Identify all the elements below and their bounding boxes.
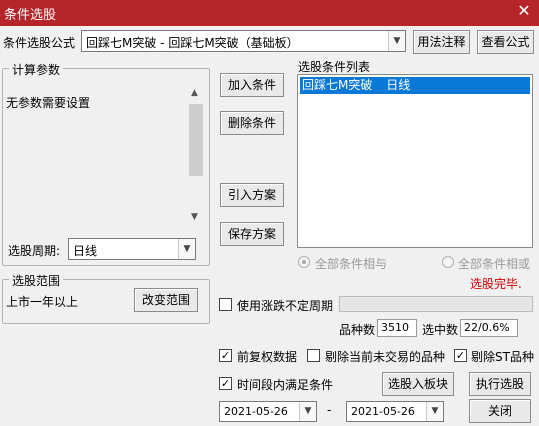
status-text: 选股完毕. [470,277,522,291]
params-scrollbar[interactable]: ▲ ▼ [188,88,204,226]
forward-adjusted-checkbox[interactable]: ✓ [219,349,232,362]
progress-bar [339,296,533,312]
chevron-down-icon[interactable]: ▼ [299,402,316,421]
chevron-down-icon[interactable]: ▼ [178,239,195,259]
forward-adjusted-label: 前复权数据 [237,350,298,364]
radio-all-or-label: 全部条件相或 [458,257,531,271]
condition-period: 日线 [386,78,411,92]
radio-all-and[interactable] [298,256,310,268]
date-to-picker[interactable]: 2021-05-26 ▼ [346,401,444,422]
formula-select-value: 回踩七M突破 - 回踩七M突破（基础板） [86,36,299,50]
period-satisfy-label: 时间段内满足条件 [237,378,334,392]
stock-count-value: 3510 [377,319,417,337]
save-scheme-button[interactable]: 保存方案 [220,222,284,246]
usage-notes-button[interactable]: 用法注释 [413,30,470,54]
scroll-down-icon[interactable]: ▼ [191,212,198,222]
radio-all-or[interactable] [442,256,454,268]
range-value: 上市一年以上 [6,295,79,309]
range-group-label: 选股范围 [9,272,64,289]
radio-all-and-label: 全部条件相与 [315,257,388,271]
select-to-block-button[interactable]: 选股入板块 [382,372,454,396]
window-title: 条件选股 [4,8,57,23]
formula-label: 条件选股公式 [3,36,76,50]
condition-list-label: 选股条件列表 [298,60,371,74]
date-from-value: 2021-05-26 [224,405,288,418]
date-to-value: 2021-05-26 [351,405,415,418]
exclude-st-label: 剔除ST品种 [471,350,534,364]
scroll-up-icon[interactable]: ▲ [191,88,198,98]
selected-count-value: 22/0.6% [460,319,518,337]
params-empty-text: 无参数需要设置 [6,96,91,110]
condition-list[interactable]: 回踩七M突破 日线 [297,74,533,248]
date-separator: - [327,403,332,417]
title-bar: 条件选股 ✕ [0,0,539,26]
formula-select[interactable]: 回踩七M突破 - 回踩七M突破（基础板） ▼ [81,30,406,52]
exclude-st-checkbox[interactable]: ✓ [454,349,467,362]
period-label: 选股周期: [8,244,61,258]
params-group-label: 计算参数 [9,61,64,78]
change-range-button[interactable]: 改变范围 [134,288,198,312]
close-icon[interactable]: ✕ [515,2,533,20]
view-formula-button[interactable]: 查看公式 [477,30,534,54]
period-select-value: 日线 [73,244,98,258]
stock-count-label: 品种数 [339,323,376,337]
use-limit-period-label: 使用涨跌不定周期 [237,299,334,313]
chevron-down-icon[interactable]: ▼ [388,31,405,51]
list-item[interactable]: 回踩七M突破 日线 [300,77,530,94]
scroll-thumb[interactable] [189,104,203,176]
chevron-down-icon[interactable]: ▼ [426,402,443,421]
execute-button[interactable]: 执行选股 [469,372,531,396]
close-button[interactable]: 关闭 [469,399,531,423]
exclude-untraded-label: 剔除当前未交易的品种 [325,350,446,364]
use-limit-period-checkbox[interactable] [219,298,232,311]
condition-name: 回踩七M突破 [302,78,373,92]
period-select[interactable]: 日线 ▼ [68,238,196,260]
selected-count-label: 选中数 [422,323,459,337]
import-scheme-button[interactable]: 引入方案 [220,183,284,207]
add-condition-button[interactable]: 加入条件 [220,73,284,97]
date-from-picker[interactable]: 2021-05-26 ▼ [219,401,317,422]
exclude-untraded-checkbox[interactable] [307,349,320,362]
delete-condition-button[interactable]: 删除条件 [220,111,284,135]
period-satisfy-checkbox[interactable]: ✓ [219,377,232,390]
